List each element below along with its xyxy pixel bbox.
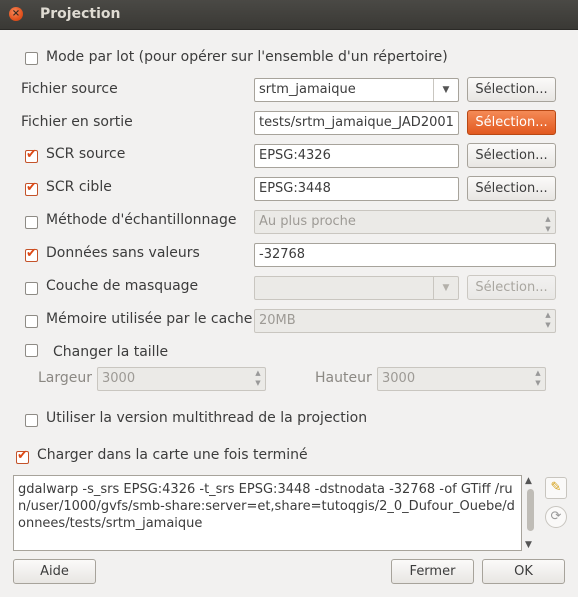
resize-label: Changer la taille — [53, 344, 169, 360]
nodata-checkbox[interactable] — [25, 246, 38, 262]
resize-checkbox[interactable] — [25, 344, 38, 357]
output-file-input[interactable]: tests/srtm_jamaique_JAD2001 — [254, 111, 459, 135]
target-crs-select-button[interactable]: Sélection... — [467, 176, 556, 201]
batch-mode-checkbox[interactable] — [25, 52, 38, 65]
height-label: Hauteur — [315, 370, 372, 386]
source-crs-label: SCR source — [46, 146, 126, 162]
load-in-map-label: Charger dans la carte une fois terminé — [37, 447, 308, 463]
resampling-label: Méthode d'échantillonnage — [46, 212, 237, 228]
nodata-value: -32768 — [259, 247, 306, 262]
scroll-up-icon[interactable]: ▲ — [525, 476, 532, 486]
cache-memory-spinbox[interactable]: 20MB ▲ ▼ — [254, 309, 556, 333]
mask-layer-label: Couche de masquage — [46, 278, 199, 294]
ok-button[interactable]: OK — [482, 559, 565, 584]
source-crs-input[interactable]: EPSG:4326 — [254, 144, 459, 168]
scroll-thumb[interactable] — [527, 489, 534, 531]
width-label: Largeur — [38, 370, 93, 386]
cache-memory-value: 20MB — [259, 313, 296, 328]
command-scrollbar[interactable]: ▲ ▼ — [522, 475, 539, 551]
nodata-label: Données sans valeurs — [46, 245, 200, 261]
width-spinbox[interactable]: 3000 ▲ ▼ — [97, 367, 266, 391]
resampling-checkbox[interactable] — [25, 216, 38, 229]
height-spinbox[interactable]: 3000 ▲ ▼ — [377, 367, 546, 391]
cache-memory-checkbox[interactable] — [25, 315, 38, 328]
output-file-select-button[interactable]: Sélection... — [467, 110, 556, 135]
nodata-input[interactable]: -32768 — [254, 243, 556, 267]
mask-layer-checkbox[interactable] — [25, 282, 38, 295]
multithread-checkbox[interactable] — [25, 414, 38, 427]
pencil-icon[interactable]: ✎ — [545, 477, 567, 499]
source-file-label: Fichier source — [21, 81, 118, 97]
source-crs-value: EPSG:4326 — [259, 148, 331, 163]
source-file-combo[interactable]: srtm_jamaique ▼ — [254, 78, 459, 102]
multithread-label: Utiliser la version multithread de la pr… — [46, 410, 368, 426]
mask-layer-select-button[interactable]: Sélection... — [467, 275, 556, 300]
source-file-select-button[interactable]: Sélection... — [467, 77, 556, 102]
close-button[interactable]: Fermer — [391, 559, 474, 584]
spin-arrows-icon[interactable]: ▲ ▼ — [253, 368, 263, 388]
target-crs-checkbox[interactable] — [25, 180, 38, 196]
chevron-down-icon[interactable]: ▼ — [433, 79, 458, 101]
output-file-label: Fichier en sortie — [21, 114, 133, 130]
command-textarea[interactable]: gdalwarp -s_srs EPSG:4326 -t_srs EPSG:34… — [13, 475, 522, 551]
cache-memory-label: Mémoire utilisée par le cache — [46, 311, 253, 327]
mask-layer-combo[interactable]: ▼ — [254, 276, 459, 300]
source-file-value: srtm_jamaique — [259, 82, 356, 97]
resampling-combo[interactable]: Au plus proche ▲ ▼ — [254, 210, 556, 234]
title-bar: × Projection — [0, 0, 578, 30]
scroll-down-icon[interactable]: ▼ — [525, 540, 532, 550]
source-crs-select-button[interactable]: Sélection... — [467, 143, 556, 168]
reset-icon[interactable]: ⟳ — [545, 506, 567, 528]
output-file-value: tests/srtm_jamaique_JAD2001 — [259, 115, 454, 130]
height-value: 3000 — [382, 371, 416, 386]
source-crs-checkbox[interactable] — [25, 147, 38, 163]
help-button[interactable]: Aide — [13, 559, 96, 584]
chevron-down-icon[interactable]: ▼ — [433, 277, 458, 299]
spin-arrows-icon: ▲ ▼ — [545, 215, 551, 233]
target-crs-label: SCR cible — [46, 179, 112, 195]
target-crs-input[interactable]: EPSG:3448 — [254, 177, 459, 201]
resampling-value: Au plus proche — [259, 214, 356, 229]
spin-arrows-icon[interactable]: ▲ ▼ — [533, 368, 543, 388]
target-crs-value: EPSG:3448 — [259, 181, 331, 196]
load-in-map-checkbox[interactable] — [16, 448, 29, 464]
spin-arrows-icon[interactable]: ▲ ▼ — [543, 310, 553, 330]
window-title: Projection — [40, 6, 121, 22]
width-value: 3000 — [102, 371, 136, 386]
close-icon[interactable]: × — [9, 7, 23, 21]
batch-mode-label: Mode par lot (pour opérer sur l'ensemble… — [46, 49, 448, 65]
